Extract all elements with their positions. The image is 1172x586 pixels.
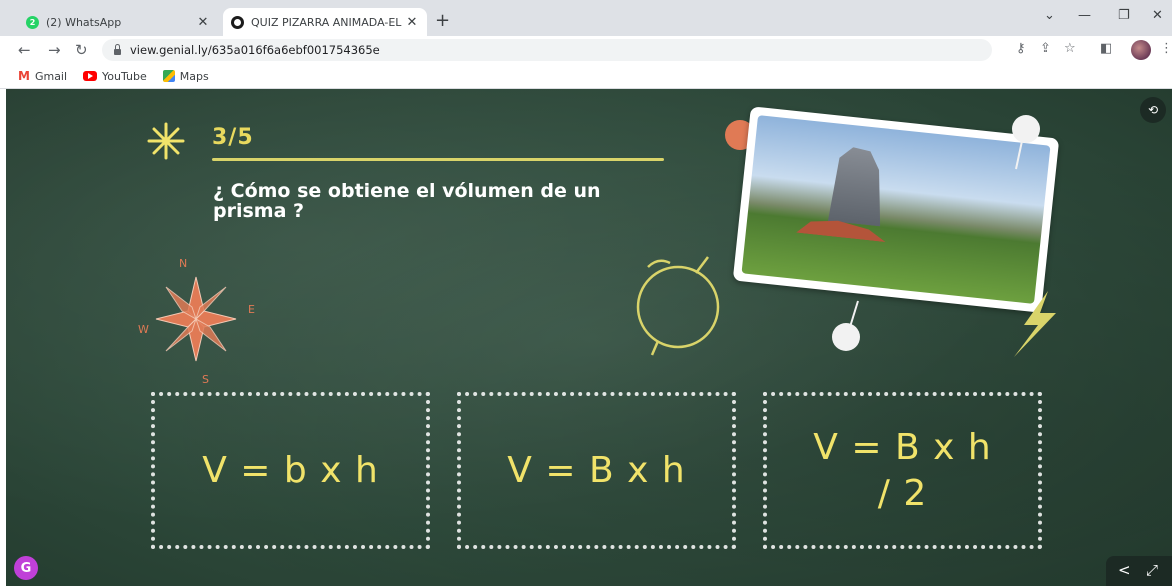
bookmark-youtube[interactable]: YouTube (83, 70, 147, 83)
bookmark-gmail[interactable]: M Gmail (18, 69, 67, 83)
whatsapp-icon: 2 (26, 15, 39, 29)
question-counter: 3/5 (212, 125, 254, 150)
close-tab-icon[interactable]: ✕ (405, 15, 419, 30)
bookmark-label: Gmail (34, 69, 68, 83)
answer-option-2[interactable]: V = B x h (457, 392, 736, 549)
bookmark-label: YouTube (102, 69, 147, 83)
tab-whatsapp[interactable]: 2 (2) WhatsApp ✕ (18, 8, 218, 36)
rock-formation (817, 140, 895, 227)
accessibility-icon[interactable]: ⟲ (1140, 97, 1166, 123)
close-tab-icon[interactable]: ✕ (196, 15, 210, 30)
minimize-button[interactable]: — (1078, 8, 1091, 23)
compass-s: S (202, 373, 209, 386)
side-panel-icon[interactable]: ◧ (1100, 41, 1112, 56)
bookmark-maps[interactable]: Maps (162, 69, 209, 83)
tab-quiz[interactable]: QUIZ PIZARRA ANIMADA-EL VOL ✕ (223, 8, 427, 36)
compass-e: E (248, 303, 255, 316)
star-doodle-icon (147, 122, 185, 160)
answer-text: V = B x h / 2 (813, 426, 992, 514)
gmail-icon: M (18, 69, 30, 83)
compass-w: W (138, 323, 149, 336)
white-pin-top-icon (1012, 115, 1040, 170)
maps-icon (162, 70, 175, 82)
compass-n: N (179, 257, 187, 270)
tab-strip: 2 (2) WhatsApp ✕ QUIZ PIZARRA ANIMADA-EL… (0, 0, 1172, 36)
fullscreen-icon[interactable]: ⤢ (1146, 561, 1158, 579)
bookmarks-bar: M Gmail YouTube Maps (0, 64, 1172, 89)
compass-rose-icon: N E S W (138, 257, 255, 386)
address-bar[interactable]: view.genial.ly/635a016f6a6ebf001754365e (102, 39, 992, 61)
tab-search-icon[interactable]: ⌄ (1044, 8, 1055, 23)
presentation-controls: < ⤢ (1106, 556, 1172, 586)
tab-title: QUIZ PIZARRA ANIMADA-EL VOL (251, 15, 405, 29)
bookmark-star-icon[interactable]: ☆ (1064, 41, 1076, 56)
chalkboard: 3/5 ¿ Cómo se obtiene el vólumen de un p… (6, 89, 1172, 586)
url-text: view.genial.ly/635a016f6a6ebf001754365e (130, 43, 380, 57)
menu-icon[interactable]: ⋮ (1160, 41, 1172, 56)
answer-text: V = B x h (507, 449, 686, 491)
landscape-photo (741, 115, 1051, 304)
answer-option-1[interactable]: V = b x h (151, 392, 430, 549)
forward-icon[interactable]: → (48, 41, 61, 59)
chalk-divider (212, 158, 664, 161)
circle-doodle-icon (636, 256, 720, 356)
genially-favicon-icon (231, 15, 244, 29)
genially-logo-icon[interactable]: G (14, 556, 38, 580)
tab-title: (2) WhatsApp (46, 15, 122, 29)
close-window-button[interactable]: ✕ (1152, 8, 1163, 23)
page-content: 3/5 ¿ Cómo se obtiene el vólumen de un p… (0, 89, 1172, 586)
answer-option-3[interactable]: V = B x h / 2 (763, 392, 1042, 549)
youtube-icon (83, 71, 98, 81)
key-icon[interactable]: ⚷ (1016, 41, 1026, 56)
bookmark-label: Maps (179, 69, 209, 83)
profile-avatar[interactable] (1131, 40, 1151, 60)
lock-icon (114, 44, 121, 55)
share-page-icon[interactable]: ⇪ (1040, 41, 1051, 56)
browser-toolbar: ← → ↻ view.genial.ly/635a016f6a6ebf00175… (0, 36, 1172, 64)
new-tab-button[interactable]: + (435, 12, 450, 30)
reload-icon[interactable]: ↻ (75, 41, 88, 59)
lightning-doodle-icon (1014, 291, 1056, 357)
answer-text: V = b x h (202, 449, 379, 491)
back-icon[interactable]: ← (18, 41, 31, 59)
share-icon[interactable]: < (1118, 561, 1131, 579)
white-pin-bottom-icon (832, 300, 860, 351)
restore-button[interactable]: ❐ (1118, 8, 1130, 23)
question-text: ¿ Cómo se obtiene el vólumen de un prism… (213, 180, 601, 222)
